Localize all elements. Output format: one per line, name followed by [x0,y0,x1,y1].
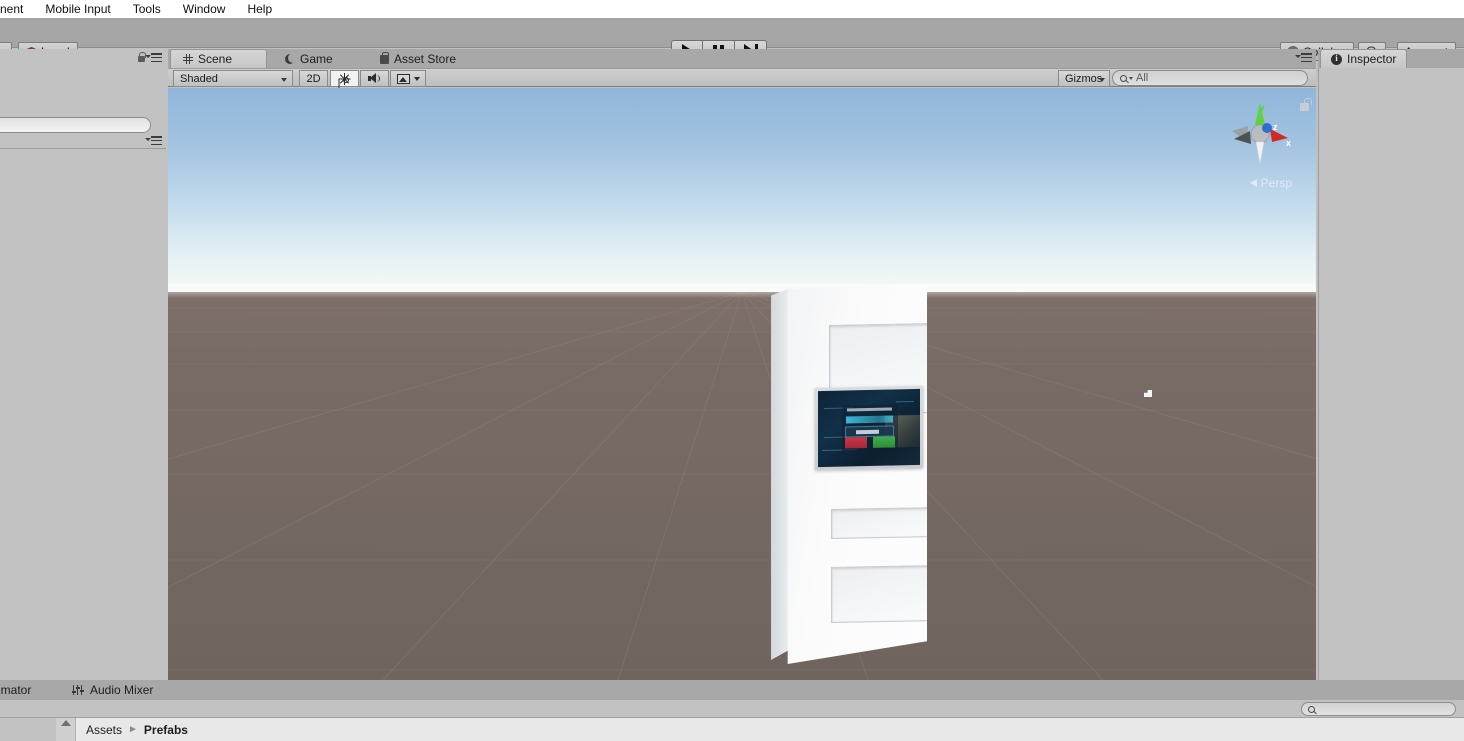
tab-animator[interactable]: imator [0,680,41,700]
search-icon [1308,706,1315,713]
door-screen-bezel [815,386,923,470]
inspector-content [1318,68,1464,680]
screen-dialog [842,405,897,452]
door-panel-bottom [831,565,939,623]
breadcrumb-left-block [0,718,56,741]
tab-animator-label: imator [0,683,31,697]
hierarchy-panel [0,49,166,680]
hierarchy-header [0,49,166,67]
speaker-icon [368,73,381,84]
draw-mode-dropdown[interactable]: Shaded [173,70,293,87]
chevron-down-icon [1099,78,1105,82]
sun-icon [339,73,350,84]
screen-dialog-title [847,407,892,411]
projection-mode-label[interactable]: Persp [1250,176,1292,190]
panel-menu-icon [1301,53,1312,62]
info-icon [1331,54,1342,65]
menu-item-window[interactable]: Window [172,0,237,18]
menu-item-tools[interactable]: Tools [122,0,172,18]
hierarchy-search-input[interactable] [0,117,151,133]
unity-editor-window: nent Mobile Input Tools Window Help er L… [0,0,1464,741]
tab-audio-mixer-label: Audio Mixer [90,683,153,697]
sky-gradient [168,88,1316,293]
menu-item-help[interactable]: Help [236,0,283,18]
tab-game-label: Game [300,52,333,66]
scene-toolbar: Shaded 2D Gizmos [168,68,1316,87]
tab-inspector[interactable]: Inspector [1320,49,1407,68]
svg-text:y: y [1259,103,1265,114]
scene-viewport[interactable]: y z x Persp [168,88,1316,680]
horizon-haze [168,284,1316,298]
scene-orientation-gizmo[interactable]: y z x [1226,98,1294,166]
project-search-input[interactable] [1301,702,1456,716]
tab-audio-mixer[interactable]: Audio Mixer [62,680,163,700]
toggle-lighting-button[interactable] [330,70,359,87]
tab-inspector-label: Inspector [1347,52,1396,66]
chevron-down-icon [1129,77,1133,80]
door-panel-middle [831,507,939,539]
menu-item-component[interactable]: nent [0,0,34,18]
ground-plane [168,292,1316,680]
chevron-down-icon [281,78,287,82]
toggle-2d-button[interactable]: 2D [299,70,328,87]
gizmos-label: Gizmos [1065,73,1102,85]
bag-icon [380,55,389,64]
gizmos-dropdown[interactable]: Gizmos [1058,70,1110,87]
door-face [787,284,927,664]
door-screen-display [818,389,920,467]
inspector-tab-strip: Inspector [1318,49,1464,68]
svg-text:x: x [1286,138,1291,148]
panel-menu-icon[interactable] [151,53,162,62]
chevron-down-icon [414,77,420,81]
chevron-up-icon [61,720,71,726]
image-icon [397,74,410,84]
hierarchy-content [0,149,166,680]
scene-view-panel: Scene Game Asset Store Shaded 2D [168,49,1316,680]
menu-item-mobile-input[interactable]: Mobile Input [34,0,121,18]
search-icon [1120,75,1127,82]
lock-open-icon[interactable] [1299,98,1310,111]
effects-dropdown[interactable] [390,70,426,87]
ground-grid [168,292,1316,680]
svg-text:z: z [1273,122,1278,132]
main-toolbar: er Local Collab Account [0,18,1464,48]
project-panel-toolbar [0,700,1464,718]
project-breadcrumb-bar: Assets ► Prefabs [0,718,1464,741]
tab-scene[interactable]: Scene [170,49,267,68]
arrow-left-icon [1250,179,1257,187]
grid-icon [183,54,193,64]
draw-mode-label: Shaded [180,73,218,85]
door-prefab-object[interactable] [771,284,927,664]
breadcrumb-separator: ► [128,724,138,735]
moon-icon [285,54,295,64]
scene-search-input[interactable]: All [1112,70,1308,86]
scene-search-placeholder: All [1136,72,1148,84]
breadcrumb-root[interactable]: Assets [86,723,122,737]
scene-tab-strip: Scene Game Asset Store [168,49,1316,68]
breadcrumb-current[interactable]: Prefabs [144,723,188,737]
inspector-panel: Inspector [1318,49,1464,680]
screen-confirm-button [873,436,895,447]
menu-bar: nent Mobile Input Tools Window Help [0,0,1464,18]
breadcrumb: Assets ► Prefabs [76,723,188,737]
tab-scene-label: Scene [198,52,232,66]
toggle-audio-button[interactable] [360,70,389,87]
scene-panel-menu[interactable] [1296,51,1312,63]
bottom-tab-strip: imator Audio Mixer [0,680,1464,700]
panel-menu-icon[interactable] [151,136,162,145]
tab-game[interactable]: Game [273,49,345,68]
project-scroll-up-button[interactable] [56,718,76,741]
project-panel-header [0,133,166,149]
screen-cyan-text [846,416,893,424]
audio-mixer-icon [72,685,84,695]
tab-asset-store[interactable]: Asset Store [368,49,468,68]
projection-mode-text: Persp [1261,176,1292,190]
screen-cancel-button [845,437,867,448]
tab-asset-store-label: Asset Store [394,52,456,66]
